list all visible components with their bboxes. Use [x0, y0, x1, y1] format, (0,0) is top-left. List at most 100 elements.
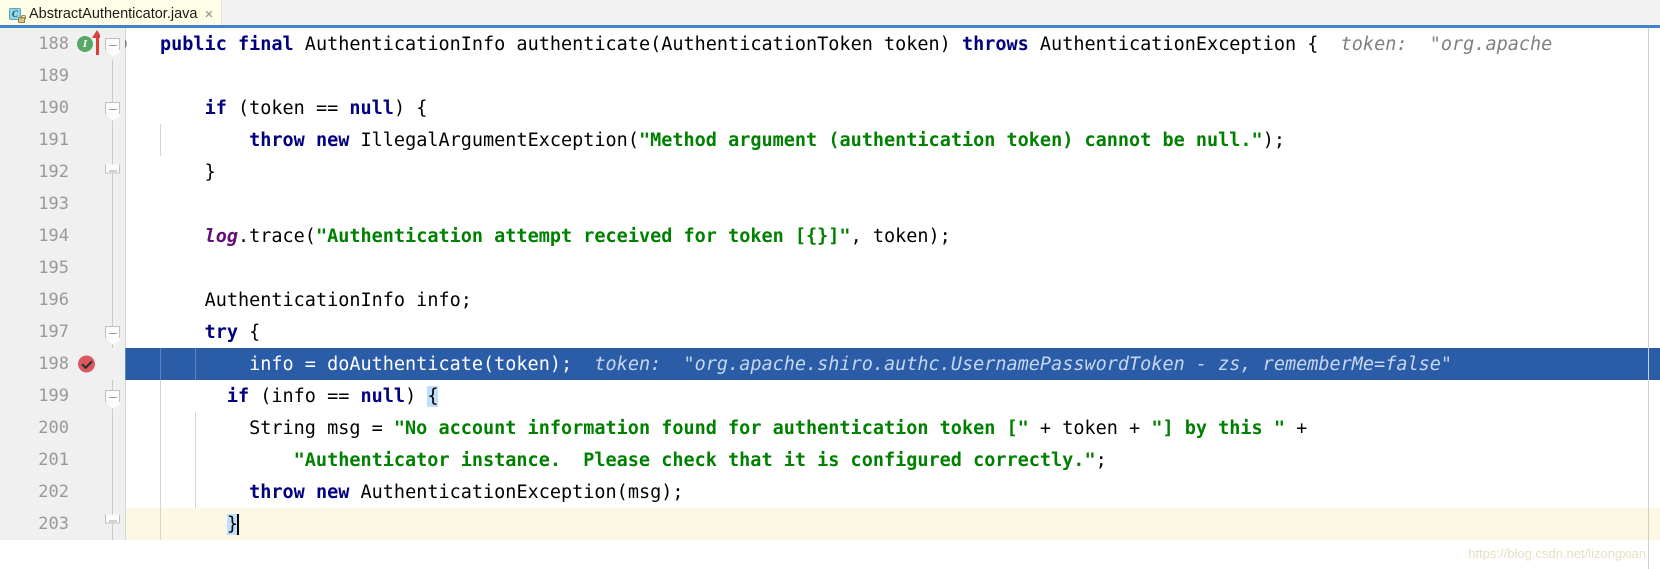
- fold-gutter-196[interactable]: [100, 284, 125, 316]
- gutter-markers-197[interactable]: [75, 316, 100, 348]
- fold-region-line: [112, 284, 113, 316]
- line-number-193: 193: [0, 188, 75, 220]
- matched-brace-highlight: {: [427, 385, 439, 407]
- editor-line-197[interactable]: 197 try {: [0, 316, 1660, 348]
- fold-region-end-icon: [105, 514, 120, 524]
- fold-gutter-192[interactable]: [100, 156, 125, 188]
- editor-line-201[interactable]: 201 "Authenticator instance. Please chec…: [0, 444, 1660, 476]
- run-gutter-icon[interactable]: I: [77, 36, 93, 52]
- fold-collapse-icon[interactable]: [105, 102, 120, 114]
- fold-gutter-194[interactable]: [100, 220, 125, 252]
- gutter-markers-202[interactable]: [75, 476, 100, 508]
- fold-collapse-icon[interactable]: [105, 38, 120, 50]
- editor-line-189[interactable]: 189: [0, 60, 1660, 92]
- editor-line-188[interactable]: 188 I @ public final AuthenticationInfo …: [0, 28, 1660, 60]
- code-text-200: String msg = "No account information fou…: [125, 412, 1660, 444]
- code-fragment: }: [204, 161, 216, 183]
- fold-gutter-189[interactable]: [100, 60, 125, 92]
- fold-gutter-190[interactable]: [100, 92, 125, 124]
- fold-gutter-203[interactable]: [100, 508, 125, 540]
- gutter-markers-200[interactable]: [75, 412, 100, 444]
- line-number-198: 198: [0, 348, 75, 380]
- code-fragment: + token +: [1028, 417, 1152, 439]
- code-fragment: ) {: [393, 97, 428, 119]
- code-fragment: .trace(: [237, 225, 316, 247]
- gutter-markers-201[interactable]: [75, 444, 100, 476]
- string-literal: "No account information found for authen…: [393, 417, 1029, 439]
- gutter-markers-192[interactable]: [75, 156, 100, 188]
- overridden-method-arrow-icon[interactable]: [92, 30, 102, 55]
- code-fragment: +: [1284, 417, 1308, 439]
- editor-line-193[interactable]: 193: [0, 188, 1660, 220]
- gutter-markers-195[interactable]: [75, 252, 100, 284]
- gutter-markers-191[interactable]: [75, 124, 100, 156]
- code-text-194: log .trace("Authentication attempt receiv…: [125, 220, 1660, 252]
- line-number-192: 192: [0, 156, 75, 188]
- fold-collapse-icon[interactable]: [105, 326, 120, 338]
- editor-line-195[interactable]: 195: [0, 252, 1660, 284]
- inlay-hint-198: token: "org.apache.shiro.authc.UsernameP…: [594, 353, 1453, 375]
- gutter-markers-198[interactable]: [75, 348, 100, 380]
- keyword-throw: throw: [249, 129, 305, 151]
- gutter-markers-194[interactable]: [75, 220, 100, 252]
- editor-line-202[interactable]: 202 throw new AuthenticationException(ms…: [0, 476, 1660, 508]
- code-text-191: throw new IllegalArgumentException("Meth…: [125, 124, 1660, 156]
- string-literal: "] by this ": [1151, 417, 1285, 439]
- fold-region-line: [112, 220, 113, 252]
- line-number-195: 195: [0, 252, 75, 284]
- fold-gutter-198[interactable]: [100, 348, 125, 380]
- line-number-188: 188: [0, 28, 75, 60]
- tab-abstract-authenticator-java[interactable]: C AbstractAuthenticator.java ×: [0, 0, 223, 28]
- fold-gutter-202[interactable]: [100, 476, 125, 508]
- line-number-201: 201: [0, 444, 75, 476]
- line-number-196: 196: [0, 284, 75, 316]
- gutter-markers-189[interactable]: [75, 60, 100, 92]
- code-text-189: [125, 60, 1660, 92]
- fold-gutter-199[interactable]: [100, 380, 125, 412]
- code-editor[interactable]: 188 I @ public final AuthenticationInfo …: [0, 28, 1660, 569]
- editor-line-199[interactable]: 199 if (info == null) {: [0, 380, 1660, 412]
- line-number-190: 190: [0, 92, 75, 124]
- editor-line-196[interactable]: 196 AuthenticationInfo info;: [0, 284, 1660, 316]
- fold-region-line: [112, 124, 113, 156]
- editor-marker-strip[interactable]: [1648, 28, 1660, 569]
- keyword-throw: throw: [249, 481, 305, 503]
- line-number-203: 203: [0, 508, 75, 540]
- close-icon[interactable]: ×: [202, 7, 213, 22]
- editor-line-198[interactable]: 198 info = doAuthenticate(token); token:…: [0, 348, 1660, 380]
- editor-line-200[interactable]: 200 String msg = "No account information…: [0, 412, 1660, 444]
- code-text-199: if (info == null) {: [125, 380, 1660, 412]
- editor-line-203[interactable]: 203 }: [0, 508, 1660, 540]
- line-number-194: 194: [0, 220, 75, 252]
- gutter-markers-196[interactable]: [75, 284, 100, 316]
- editor-line-191[interactable]: 191 throw new IllegalArgumentException("…: [0, 124, 1660, 156]
- fold-gutter-188[interactable]: [100, 28, 125, 60]
- java-class-icon: C: [9, 7, 26, 23]
- code-fragment: {: [237, 321, 261, 343]
- editor-line-190[interactable]: 190 if (token == null) {: [0, 92, 1660, 124]
- fold-region-end-icon: [105, 164, 120, 174]
- fold-gutter-201[interactable]: [100, 444, 125, 476]
- editor-line-194[interactable]: 194 log .trace("Authentication attempt re…: [0, 220, 1660, 252]
- fold-gutter-191[interactable]: [100, 124, 125, 156]
- fold-gutter-193[interactable]: [100, 188, 125, 220]
- code-fragment: (token ==: [226, 97, 350, 119]
- gutter-markers-193[interactable]: [75, 188, 100, 220]
- gutter-markers-199[interactable]: [75, 380, 100, 412]
- gutter-markers-190[interactable]: [75, 92, 100, 124]
- fold-gutter-197[interactable]: [100, 316, 125, 348]
- keyword-public: public: [160, 33, 227, 55]
- gutter-markers-203[interactable]: [75, 508, 100, 540]
- fold-region-line: [112, 412, 113, 444]
- fold-region-line: [112, 508, 113, 540]
- gutter-markers-188[interactable]: I @: [75, 28, 128, 60]
- editor-tab-bar: C AbstractAuthenticator.java ×: [0, 0, 1660, 28]
- fold-region-line: [112, 476, 113, 508]
- fold-gutter-195[interactable]: [100, 252, 125, 284]
- breakpoint-verified-icon[interactable]: [78, 355, 95, 373]
- fold-region-line: [112, 188, 113, 220]
- fold-gutter-200[interactable]: [100, 412, 125, 444]
- code-text-202: throw new AuthenticationException(msg);: [125, 476, 1660, 508]
- editor-line-192[interactable]: 192 }: [0, 156, 1660, 188]
- fold-collapse-icon[interactable]: [105, 390, 120, 402]
